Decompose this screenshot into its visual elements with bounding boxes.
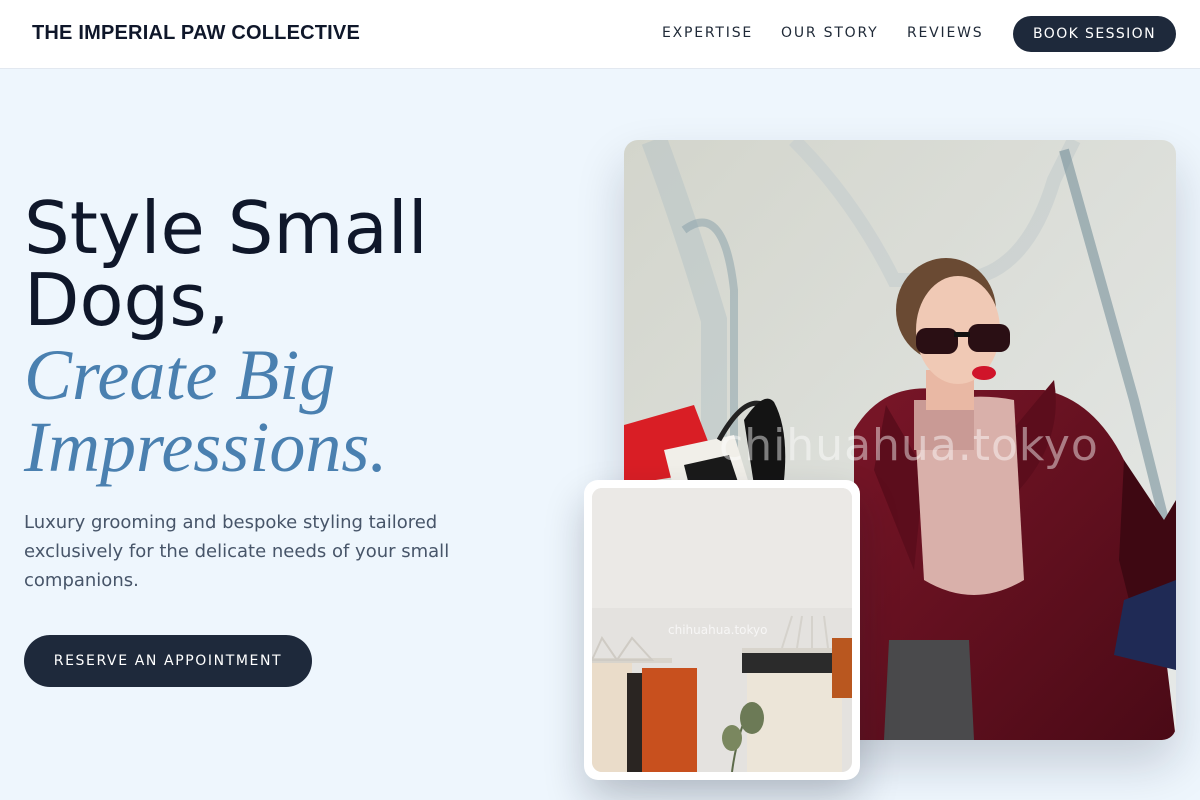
site-header: THE IMPERIAL PAW COLLECTIVE EXPERTISE OU… bbox=[0, 0, 1200, 69]
nav-link-reviews[interactable]: REVIEWS bbox=[907, 25, 983, 41]
hero-italic-line-1: Create Big bbox=[24, 335, 336, 415]
hero-title-line-1: Style Small bbox=[24, 186, 428, 270]
nav-link-our-story[interactable]: OUR STORY bbox=[781, 25, 879, 41]
clothing-rack-photo: chihuahua.tokyo bbox=[592, 488, 852, 772]
brand-logo-text[interactable]: THE IMPERIAL PAW COLLECTIVE bbox=[32, 22, 360, 45]
hero-italic-line-2: Impressions. bbox=[24, 407, 388, 487]
hero-title-line-2: Dogs, bbox=[24, 258, 230, 342]
book-session-button[interactable]: BOOK SESSION bbox=[1013, 16, 1176, 52]
reserve-appointment-button[interactable]: RESERVE AN APPOINTMENT bbox=[24, 635, 312, 687]
nav-link-expertise[interactable]: EXPERTISE bbox=[662, 25, 753, 41]
secondary-photo-watermark: chihuahua.tokyo bbox=[668, 623, 768, 637]
main-photo-watermark: chihuahua.tokyo bbox=[719, 420, 1099, 471]
secondary-photo-card: chihuahua.tokyo bbox=[584, 480, 860, 780]
hero-lead-paragraph: Luxury grooming and bespoke styling tail… bbox=[24, 512, 450, 591]
